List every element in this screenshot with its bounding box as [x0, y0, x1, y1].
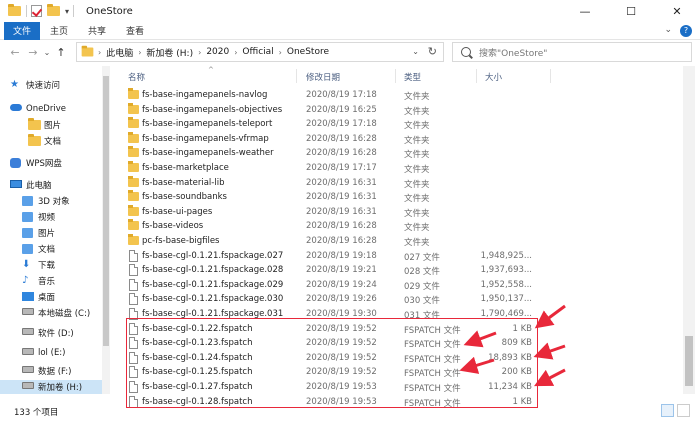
arrow [534, 368, 566, 387]
details-view-button[interactable] [661, 404, 674, 417]
arrow [459, 356, 495, 374]
status-bar: 133 个项目 [0, 400, 700, 426]
large-icons-view-button[interactable] [677, 404, 690, 417]
item-count: 133 个项目 [14, 408, 59, 418]
arrow [534, 304, 566, 329]
annotation-arrows [459, 304, 566, 387]
arrow [533, 342, 566, 360]
arrow [463, 330, 497, 348]
